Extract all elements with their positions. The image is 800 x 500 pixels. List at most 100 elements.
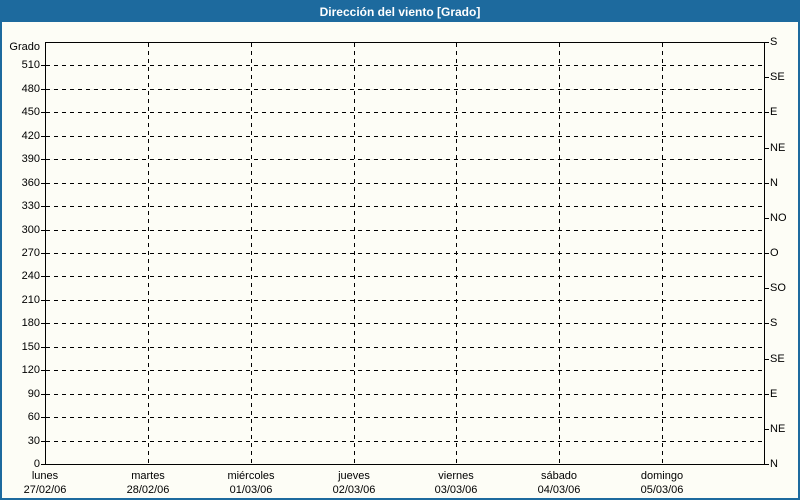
compass-label: NO (770, 212, 787, 224)
y-axis-tick-label: 300 (21, 224, 40, 236)
y-axis-tick-mark (41, 253, 45, 254)
x-axis-date-label: 05/03/06 (640, 484, 684, 496)
y-axis-tick-label: 480 (21, 83, 40, 95)
compass-label: O (770, 247, 779, 259)
x-axis-day-label: martes (131, 470, 165, 482)
gridline-horizontal (46, 441, 764, 442)
compass-tick-mark (765, 288, 769, 289)
gridline-horizontal (46, 112, 764, 113)
y-axis-tick-mark (41, 464, 45, 465)
gridline-vertical (456, 43, 457, 463)
y-axis-tick-label: 60 (27, 411, 40, 423)
compass-label: N (770, 177, 778, 189)
y-axis-tick-label: 510 (21, 59, 40, 71)
gridline-vertical (559, 43, 560, 463)
y-axis-tick-mark (41, 394, 45, 395)
compass-label: N (770, 458, 778, 470)
compass-tick-mark (765, 394, 769, 395)
compass-tick-mark (765, 359, 769, 360)
x-axis-date-label: 03/03/06 (434, 484, 478, 496)
compass-tick-mark (765, 218, 769, 219)
compass-label: E (770, 106, 778, 118)
y-axis-tick-mark (41, 276, 45, 277)
gridline-horizontal (46, 65, 764, 66)
y-axis-tick-mark (41, 370, 45, 371)
gridline-vertical (148, 43, 149, 463)
y-axis-tick-mark (41, 136, 45, 137)
gridline-vertical (354, 43, 355, 463)
y-axis-tick-label: 120 (21, 364, 40, 376)
compass-label: SO (770, 282, 786, 294)
y-axis-tick-mark (41, 206, 45, 207)
gridline-horizontal (46, 323, 764, 324)
gridline-horizontal (46, 276, 764, 277)
x-axis-day-label: miércoles (227, 470, 275, 482)
gridline-vertical (251, 43, 252, 463)
compass-tick-mark (765, 112, 769, 113)
compass-label: E (770, 388, 778, 400)
gridline-horizontal (46, 230, 764, 231)
y-axis-tick-mark (41, 417, 45, 418)
y-axis-tick-mark (41, 159, 45, 160)
y-axis-tick-label: 180 (21, 317, 40, 329)
y-axis-tick-label: 240 (21, 270, 40, 282)
compass-label: S (770, 36, 778, 48)
gridline-horizontal (46, 253, 764, 254)
y-axis-tick-mark (41, 183, 45, 184)
gridline-horizontal (46, 394, 764, 395)
gridline-horizontal (46, 417, 764, 418)
y-axis-tick-mark (41, 89, 45, 90)
y-axis-tick-mark (41, 65, 45, 66)
x-axis-date-label: 28/02/06 (126, 484, 170, 496)
y-axis-tick-mark (41, 323, 45, 324)
gridline-vertical (662, 43, 663, 463)
gridline-horizontal (46, 300, 764, 301)
compass-label: NE (770, 142, 786, 154)
gridline-horizontal (46, 370, 764, 371)
y-axis-tick-mark (41, 300, 45, 301)
y-axis-tick-label: 450 (21, 106, 40, 118)
compass-label: SE (770, 353, 785, 365)
compass-tick-mark (765, 464, 769, 465)
y-axis-unit-label: Grado (9, 41, 40, 53)
compass-tick-mark (765, 183, 769, 184)
gridline-horizontal (46, 347, 764, 348)
chart-area: Grado 0 30 60 90 120 150 180 210 240 270 300 330 360… (2, 2, 798, 498)
gridline-horizontal (46, 159, 764, 160)
y-axis-tick-mark (41, 441, 45, 442)
gridline-horizontal (46, 206, 764, 207)
x-axis-day-label: viernes (438, 470, 474, 482)
y-axis-tick-label: 330 (21, 200, 40, 212)
compass-tick-mark (765, 429, 769, 430)
y-axis-tick-mark (41, 230, 45, 231)
compass-tick-mark (765, 253, 769, 254)
y-axis-tick-label: 420 (21, 130, 40, 142)
compass-tick-mark (765, 42, 769, 43)
x-axis-date-label: 02/03/06 (332, 484, 376, 496)
gridline-horizontal (46, 136, 764, 137)
y-axis-tick-label: 390 (21, 153, 40, 165)
x-axis-date-label: 27/02/06 (23, 484, 67, 496)
y-axis-tick-label: 360 (21, 177, 40, 189)
y-axis-tick-mark (41, 347, 45, 348)
y-axis-tick-label: 150 (21, 341, 40, 353)
x-axis-day-label: domingo (640, 470, 684, 482)
gridline-horizontal (46, 183, 764, 184)
y-axis-tick-label: 270 (21, 247, 40, 259)
compass-tick-mark (765, 148, 769, 149)
compass-label: S (770, 317, 778, 329)
compass-tick-mark (765, 323, 769, 324)
x-axis-date-label: 01/03/06 (229, 484, 273, 496)
y-axis-tick-label: 210 (21, 294, 40, 306)
x-axis-day-label: jueves (338, 470, 370, 482)
compass-label: NE (770, 423, 786, 435)
y-axis-tick-label: 90 (27, 388, 40, 400)
gridline-horizontal (46, 89, 764, 90)
x-axis-day-label: sábado (540, 470, 578, 482)
y-axis-tick-label: 30 (27, 435, 40, 447)
y-axis-tick-mark (41, 112, 45, 113)
x-axis-day-label: lunes (31, 470, 59, 482)
compass-tick-mark (765, 77, 769, 78)
compass-label: SE (770, 71, 785, 83)
chart-window: Dirección del viento [Grado] Grado 0 30 60… (0, 0, 800, 500)
